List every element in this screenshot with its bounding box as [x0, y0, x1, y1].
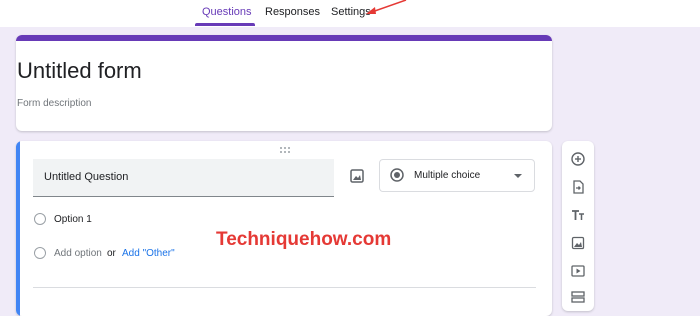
- red-arrow-annotation: [366, 0, 407, 14]
- watermark: Techniquehow.com: [216, 229, 392, 250]
- add-video-icon[interactable]: [571, 264, 585, 278]
- add-other-link[interactable]: Add "Other": [122, 248, 175, 259]
- tab-responses[interactable]: Responses: [265, 6, 320, 18]
- tab-questions[interactable]: Questions: [202, 6, 252, 18]
- question-title-text: Untitled Question: [44, 171, 129, 183]
- form-description-field[interactable]: Form description: [17, 98, 91, 109]
- add-image-icon[interactable]: [571, 236, 585, 250]
- chevron-down-icon: [514, 174, 522, 178]
- or-text: or: [107, 248, 116, 259]
- add-question-icon[interactable]: [571, 152, 585, 166]
- add-section-icon[interactable]: [571, 290, 585, 304]
- add-option-radio: [34, 247, 46, 259]
- import-questions-icon[interactable]: [571, 180, 585, 194]
- add-image-icon[interactable]: [349, 168, 365, 184]
- add-title-icon[interactable]: [571, 208, 585, 222]
- question-title-input[interactable]: Untitled Question: [33, 159, 334, 197]
- active-question-band: [16, 141, 20, 316]
- accent-band: [16, 35, 552, 41]
- drag-handle-icon[interactable]: [278, 146, 292, 154]
- top-nav-bar: Questions Responses Settings: [0, 0, 700, 27]
- floating-toolbar: [562, 141, 594, 311]
- card-divider: [33, 287, 536, 288]
- add-option-button[interactable]: Add option: [54, 248, 102, 259]
- radio-button-icon: [390, 168, 404, 182]
- option-1-label[interactable]: Option 1: [54, 214, 92, 225]
- option-1-radio: [34, 213, 46, 225]
- form-title[interactable]: Untitled form: [17, 58, 142, 84]
- active-tab-indicator: [195, 23, 255, 26]
- question-type-dropdown[interactable]: Multiple choice: [379, 159, 535, 192]
- question-type-label: Multiple choice: [414, 170, 481, 181]
